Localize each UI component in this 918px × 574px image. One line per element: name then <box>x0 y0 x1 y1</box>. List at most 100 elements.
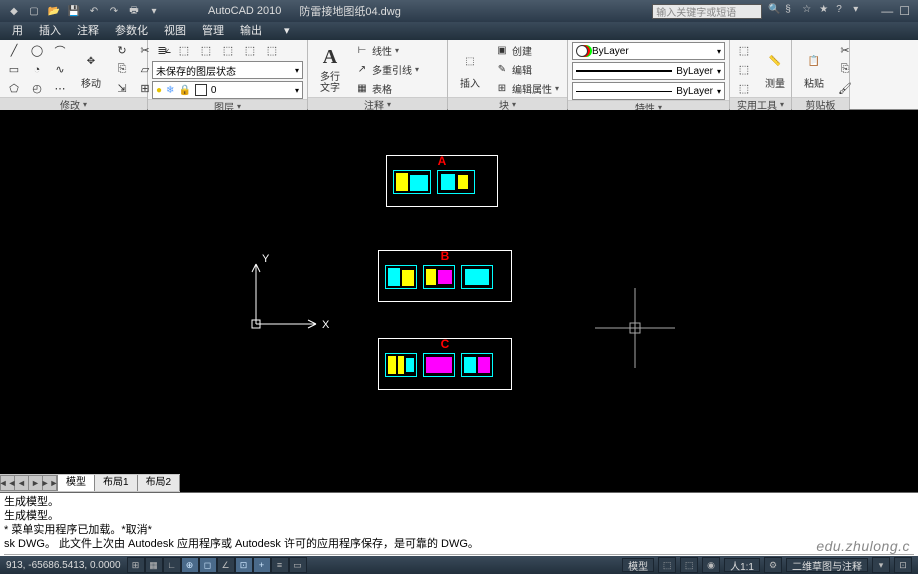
redo-icon[interactable]: ↷ <box>106 3 122 19</box>
tool-icon[interactable]: ◯ <box>27 42 47 59</box>
tool-icon[interactable]: ╱ <box>4 42 24 59</box>
create-block-button[interactable]: ▣创建 <box>491 42 563 59</box>
help-icon[interactable]: ? <box>836 4 850 18</box>
snap-toggle[interactable]: ⊞ <box>127 557 145 573</box>
edit-attr-button[interactable]: ⊞编辑属性▾ <box>491 80 563 97</box>
tool-icon[interactable]: ∿ <box>50 61 70 78</box>
layer-tool-icon[interactable]: ⬚ <box>262 42 282 59</box>
drawing-box-c[interactable]: C <box>378 338 512 390</box>
panel-expand-icon[interactable]: ▾ <box>387 100 391 109</box>
app-icon[interactable]: ◆ <box>6 3 22 19</box>
dyn-toggle[interactable]: + <box>253 557 271 573</box>
sb-icon[interactable]: ▾ <box>872 557 890 573</box>
paste-button[interactable]: 📋 粘贴 <box>796 47 832 92</box>
sb-icon[interactable]: ⚙ <box>764 557 782 573</box>
otrack-toggle[interactable]: ∠ <box>217 557 235 573</box>
linear-dim-button[interactable]: ⊢线性▾ <box>351 42 423 59</box>
help-dropdown-icon[interactable]: ▾ <box>853 4 867 18</box>
subscription-icon[interactable]: § <box>785 4 799 18</box>
ortho-toggle[interactable]: ∟ <box>163 557 181 573</box>
tab-layout2[interactable]: 布局2 <box>138 475 181 491</box>
menu-item[interactable]: 插入 <box>31 22 69 40</box>
layer-props-icon[interactable]: ≣ <box>152 42 172 59</box>
sb-icon[interactable]: ⊡ <box>894 557 912 573</box>
tool-icon[interactable]: ◴ <box>27 80 47 97</box>
grid-toggle[interactable]: ▦ <box>145 557 163 573</box>
lwt-toggle[interactable]: ≡ <box>271 557 289 573</box>
sb-icon[interactable]: ⬚ <box>680 557 698 573</box>
layer-state-combo[interactable]: 未保存的图层状态 ▾ <box>152 61 303 79</box>
new-icon[interactable]: ▢ <box>26 3 42 19</box>
edit-block-button[interactable]: ✎编辑 <box>491 61 563 78</box>
search-input[interactable]: 输入关键字或短语 <box>652 4 762 19</box>
annoscale-combo[interactable]: 人1:1 <box>724 558 760 572</box>
util-icon[interactable]: ⬚ <box>734 42 754 59</box>
layer-tool-icon[interactable]: ⬚ <box>174 42 194 59</box>
match-icon[interactable]: 🖌 <box>835 80 855 97</box>
modelspace-toggle[interactable]: 模型 <box>622 558 654 572</box>
panel-expand-icon[interactable]: ▾ <box>83 100 87 109</box>
maximize-button[interactable]: ☐ <box>899 4 910 18</box>
tool-icon[interactable]: ◔ <box>27 61 47 78</box>
tab-model[interactable]: 模型 <box>58 475 95 491</box>
save-icon[interactable]: 💾 <box>66 3 82 19</box>
tool-icon[interactable]: ⇲ <box>112 80 132 97</box>
osnap-toggle[interactable]: ◻ <box>199 557 217 573</box>
table-button[interactable]: ▦表格 <box>351 80 423 97</box>
qp-toggle[interactable]: ▭ <box>289 557 307 573</box>
panel-expand-icon[interactable]: ▾ <box>512 100 516 109</box>
cut-icon[interactable]: ✂ <box>835 42 855 59</box>
copy-icon[interactable]: ⎘ <box>835 61 855 78</box>
undo-icon[interactable]: ↶ <box>86 3 102 19</box>
search-icon[interactable]: 🔍 <box>768 4 782 18</box>
menu-item[interactable]: 视图 <box>156 22 194 40</box>
drawing-box-a[interactable]: A <box>386 155 498 207</box>
sb-icon[interactable]: ⬚ <box>658 557 676 573</box>
util-icon[interactable]: ⬚ <box>734 80 754 97</box>
command-line[interactable]: 生成模型。 生成模型。 * 菜单实用程序已加载。*取消* sk DWG。 此文件… <box>0 492 918 556</box>
coord-readout[interactable]: 913, -65686.5413, 0.0000 <box>0 560 127 571</box>
menu-item[interactable]: 注释 <box>69 22 107 40</box>
tab-first-icon[interactable]: ◄◄ <box>1 476 15 490</box>
layer-combo[interactable]: ● ❄ 🔒 0 ▾ <box>152 81 303 99</box>
util-icon[interactable]: ⬚ <box>734 61 754 78</box>
measure-button[interactable]: 📏 测量 <box>757 47 793 92</box>
sb-icon[interactable]: ◉ <box>702 557 720 573</box>
polar-toggle[interactable]: ⊕ <box>181 557 199 573</box>
drawing-box-b[interactable]: B <box>378 250 512 302</box>
tab-prev-icon[interactable]: ◄ <box>15 476 29 490</box>
tool-icon[interactable]: ⎘ <box>112 61 132 78</box>
mtext-button[interactable]: A 多行 文字 <box>312 44 348 96</box>
layer-tool-icon[interactable]: ⬚ <box>240 42 260 59</box>
drawing-canvas[interactable]: Y X A B C <box>0 110 918 474</box>
layer-tool-icon[interactable]: ⬚ <box>218 42 238 59</box>
move-button[interactable]: ✥ 移动 <box>73 47 109 92</box>
mleader-button[interactable]: ↗多重引线▾ <box>351 61 423 78</box>
panel-expand-icon[interactable]: ▾ <box>780 100 784 109</box>
layer-tool-icon[interactable]: ⬚ <box>196 42 216 59</box>
tool-icon[interactable]: ⋯ <box>50 80 70 97</box>
color-combo[interactable]: ByLayer ▾ <box>572 42 725 60</box>
tab-layout1[interactable]: 布局1 <box>95 475 138 491</box>
lineweight-combo[interactable]: ByLayer ▾ <box>572 62 725 80</box>
print-icon[interactable]: 🖶 <box>126 3 142 19</box>
linetype-combo[interactable]: ByLayer ▾ <box>572 82 725 100</box>
tool-icon[interactable]: ▭ <box>4 61 24 78</box>
menu-expand-icon[interactable]: ▾ <box>276 22 298 40</box>
ducs-toggle[interactable]: ⊡ <box>235 557 253 573</box>
favorites-icon[interactable]: ★ <box>819 4 833 18</box>
workspace-combo[interactable]: 二维草图与注释 <box>786 558 868 572</box>
tab-last-icon[interactable]: ►► <box>43 476 57 490</box>
menu-item[interactable]: 输出 <box>232 22 270 40</box>
comm-icon[interactable]: ☆ <box>802 4 816 18</box>
menu-item[interactable]: 管理 <box>194 22 232 40</box>
open-icon[interactable]: 📂 <box>46 3 62 19</box>
minimize-button[interactable]: — <box>881 4 893 18</box>
qat-dropdown-icon[interactable]: ▾ <box>146 3 162 19</box>
tool-icon[interactable]: ⌒ <box>50 42 70 59</box>
menu-item[interactable]: 参数化 <box>107 22 156 40</box>
tool-icon[interactable]: ↻ <box>112 42 132 59</box>
menu-item[interactable]: 用 <box>4 22 31 40</box>
tool-icon[interactable]: ⬠ <box>4 80 24 97</box>
insert-block-button[interactable]: ⬚ 插入 <box>452 47 488 92</box>
